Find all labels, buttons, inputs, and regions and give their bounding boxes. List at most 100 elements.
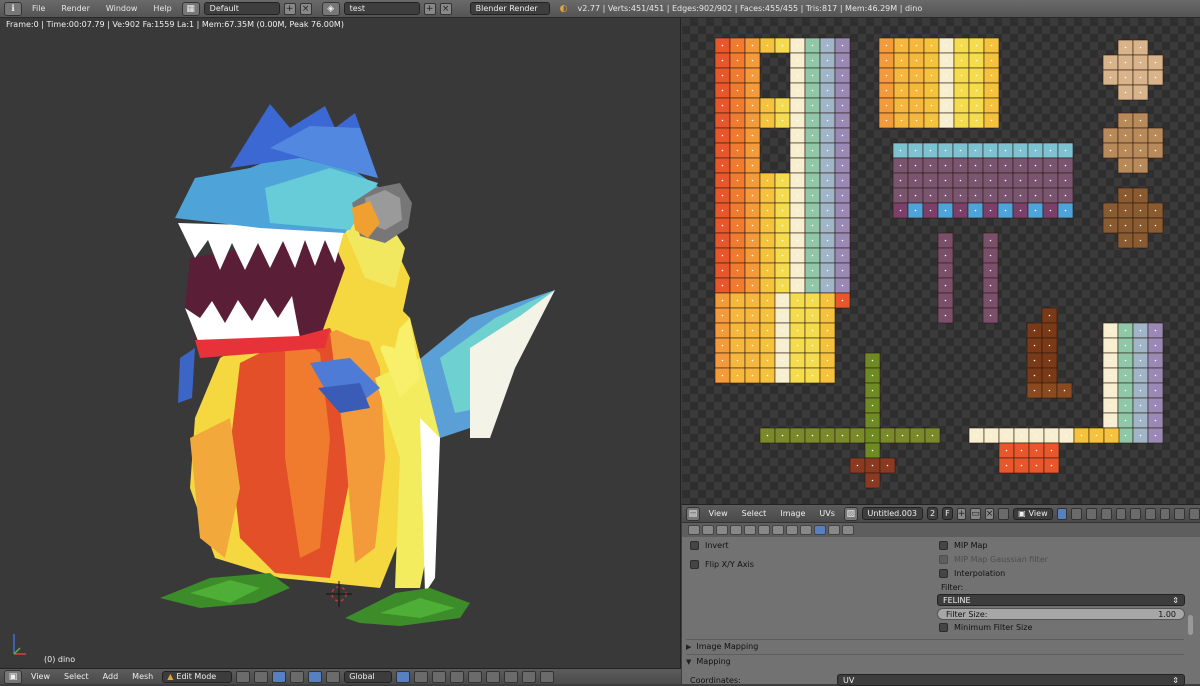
filter-size-field[interactable]: Filter Size: 1.00 (937, 608, 1185, 620)
editor-type-3d-icon[interactable]: ▣ (4, 669, 22, 684)
manipulator-icon[interactable] (272, 670, 287, 683)
material-tab-icon[interactable] (800, 525, 812, 535)
mip-map-gaussian-checkbox[interactable]: MIP Map Gaussian filter (939, 555, 1048, 564)
uv-island-body[interactable] (714, 37, 851, 309)
scene-icon[interactable]: ◈ (321, 1, 340, 16)
menu-uv-select[interactable]: Select (737, 509, 772, 518)
open-image-button[interactable]: ▭ (970, 507, 981, 520)
menu-mesh[interactable]: Mesh (127, 672, 158, 681)
invert-checkbox[interactable]: Invert (690, 541, 729, 550)
scene-tab-icon[interactable] (716, 525, 728, 535)
render-preview-icon[interactable] (522, 670, 537, 683)
add-screen-button[interactable]: + (283, 2, 296, 15)
uv-island-arm-right[interactable] (982, 232, 999, 324)
sync-selection-icon[interactable] (1056, 507, 1068, 520)
remove-scene-button[interactable]: × (439, 2, 452, 15)
uv-island-eye-2[interactable] (1102, 112, 1164, 174)
texture-tab-icon[interactable] (814, 525, 826, 535)
view-mode-select[interactable]: ▣ View (1013, 507, 1053, 520)
pin-icon[interactable] (998, 507, 1010, 520)
menu-help[interactable]: Help (147, 4, 177, 13)
properties-scrollbar[interactable] (1188, 615, 1193, 635)
pivot-point-icon[interactable] (254, 670, 269, 683)
menu-uv-image[interactable]: Image (775, 509, 810, 518)
uv-island-foot-tip[interactable] (849, 457, 896, 489)
uv-edge-select-icon[interactable] (1086, 507, 1097, 520)
uv-island-tail-hook[interactable] (1026, 307, 1073, 399)
render-layers-tab-icon[interactable] (702, 525, 714, 535)
coordinates-select[interactable]: UV ⇕ (837, 674, 1185, 686)
snap-icon[interactable] (486, 670, 501, 683)
world-tab-icon[interactable] (730, 525, 742, 535)
physics-tab-icon[interactable] (842, 525, 854, 535)
uv-lock-icon[interactable] (1189, 507, 1200, 520)
scale-icon[interactable] (326, 670, 341, 683)
menu-view[interactable]: View (26, 672, 55, 681)
uv-island-head[interactable] (878, 37, 1000, 129)
uv-proportional-icon[interactable] (1159, 507, 1171, 520)
remove-screen-button[interactable]: × (299, 2, 312, 15)
vertex-select-icon[interactable] (396, 670, 411, 683)
filter-select[interactable]: FELINE ⇕ (937, 594, 1185, 606)
uv-island-neck[interactable] (714, 292, 836, 384)
image-name-field[interactable]: Untitled.003 (861, 507, 924, 520)
interpolation-checkbox[interactable]: Interpolation (939, 569, 1005, 578)
edge-select-icon[interactable] (414, 670, 429, 683)
menu-add[interactable]: Add (98, 672, 124, 681)
editor-type-info-icon[interactable]: ℹ (4, 1, 22, 16)
minimum-filter-size-checkbox[interactable]: Minimum Filter Size (939, 623, 1032, 632)
texture-channel-icon[interactable] (1174, 507, 1186, 520)
uv-layout[interactable] (682, 18, 1200, 504)
uv-pivot-icon[interactable] (1130, 507, 1142, 520)
uv-island-eye[interactable] (1102, 39, 1164, 101)
translate-icon[interactable] (290, 670, 305, 683)
uv-island-tail-base[interactable] (968, 427, 1120, 444)
add-scene-button[interactable]: + (423, 2, 436, 15)
data-tab-icon[interactable] (786, 525, 798, 535)
menu-render[interactable]: Render (55, 4, 95, 13)
mode-select[interactable]: ▲ Edit Mode (162, 670, 233, 683)
face-select-icon[interactable] (432, 670, 447, 683)
flip-axis-checkbox[interactable]: Flip X/Y Axis (690, 560, 754, 569)
3d-viewport[interactable]: Frame:0 | Time:00:07.79 | Ve:902 Fa:1559… (0, 18, 681, 668)
uv-snap-icon[interactable] (1145, 507, 1156, 520)
render-tab-icon[interactable] (688, 525, 700, 535)
transform-orientation-select[interactable]: Global (344, 670, 393, 683)
image-mapping-panel-header[interactable]: ▶ Image Mapping (686, 639, 1184, 653)
constraints-tab-icon[interactable] (758, 525, 770, 535)
image-users-count[interactable]: 2 (927, 507, 939, 520)
opengl-render-icon[interactable] (540, 670, 555, 683)
particles-tab-icon[interactable] (828, 525, 840, 535)
uv-island-eye-3[interactable] (1102, 187, 1164, 249)
menu-uv-view[interactable]: View (704, 509, 733, 518)
modifiers-tab-icon[interactable] (772, 525, 784, 535)
sticky-select-icon[interactable] (1115, 507, 1127, 520)
uv-image-editor[interactable] (682, 18, 1200, 504)
screen-layout-icon[interactable]: ▦ (181, 1, 200, 16)
snap-element-icon[interactable] (504, 670, 519, 683)
image-browse-icon[interactable]: ▨ (843, 506, 858, 521)
uv-island-foot-stem[interactable] (864, 352, 881, 459)
menu-window[interactable]: Window (100, 4, 144, 13)
uv-island-arm-left[interactable] (937, 232, 954, 324)
new-image-button[interactable]: + (956, 507, 967, 520)
scene-field[interactable]: test (343, 2, 420, 15)
screen-layout-field[interactable]: Default (203, 2, 280, 15)
proportional-edit-icon[interactable] (468, 670, 483, 683)
dino-model[interactable] (0, 18, 681, 668)
uv-island-tail[interactable] (1102, 322, 1164, 444)
fake-user-toggle[interactable]: F (942, 507, 953, 520)
mip-map-checkbox[interactable]: MIP Map (939, 541, 988, 550)
mapping-panel-header[interactable]: ▼ Mapping (686, 654, 1184, 668)
uv-face-select-icon[interactable] (1100, 507, 1112, 520)
menu-uvs[interactable]: UVs (814, 509, 840, 518)
unlink-image-button[interactable]: × (984, 507, 995, 520)
uv-island-mouth[interactable] (892, 142, 1074, 219)
limit-selection-icon[interactable] (450, 670, 465, 683)
uv-island-tail-end[interactable] (998, 442, 1060, 474)
object-tab-icon[interactable] (744, 525, 756, 535)
rotate-icon[interactable] (308, 670, 323, 683)
menu-file[interactable]: File (26, 4, 51, 13)
menu-select[interactable]: Select (59, 672, 94, 681)
viewport-shading-icon[interactable] (236, 670, 251, 683)
